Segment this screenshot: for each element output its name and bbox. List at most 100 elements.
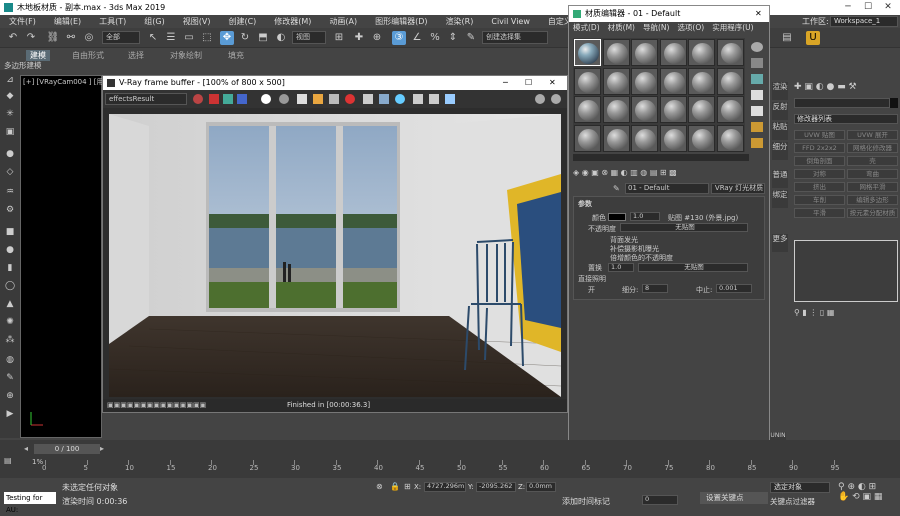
background-icon[interactable]	[751, 74, 763, 84]
torus-icon[interactable]: ◯	[3, 280, 17, 292]
me-menu-item[interactable]: 导航(N)	[639, 22, 673, 34]
material-slot[interactable]	[602, 124, 630, 152]
menu-item[interactable]: 图形编辑器(D)	[366, 16, 436, 27]
select-by-name-icon[interactable]: ☰	[164, 31, 178, 45]
material-name-field[interactable]: 01 - Default	[625, 183, 709, 194]
color-correction-icon[interactable]	[395, 94, 405, 104]
material-slot[interactable]	[574, 96, 601, 123]
rollout-title[interactable]: 参数	[578, 199, 592, 209]
modifier-button[interactable]: 对称	[794, 169, 845, 179]
me-close-button[interactable]: ✕	[755, 6, 762, 22]
cone-icon[interactable]: ▲	[3, 298, 17, 310]
lens-effects-icon[interactable]	[413, 94, 423, 104]
paint-icon[interactable]: ✎	[3, 372, 17, 384]
vfb-maximize-button[interactable]: ☐	[525, 76, 532, 90]
material-slot[interactable]	[688, 96, 715, 123]
snap-icon[interactable]: ⊿	[3, 74, 17, 86]
region-render-icon[interactable]	[363, 94, 373, 104]
me-menu-item[interactable]: 选项(O)	[673, 22, 708, 34]
backlight-icon[interactable]	[751, 58, 763, 68]
helper-icon[interactable]: ◇	[3, 166, 17, 178]
bind-icon[interactable]: ◎	[82, 31, 96, 45]
subdivs-field[interactable]: 8	[642, 284, 668, 293]
sample-type-icon[interactable]	[751, 42, 763, 52]
workspace-dropdown[interactable]: Workspace_1	[830, 16, 898, 27]
modifier-list-dropdown[interactable]: 修改器列表	[794, 114, 898, 124]
close-button[interactable]: ✕	[878, 0, 898, 15]
modifier-button[interactable]: 网格平滑	[847, 182, 898, 192]
side-tab[interactable]: 细分	[772, 142, 788, 160]
material-slot[interactable]	[716, 67, 744, 95]
opacity-map-button[interactable]: 无贴图	[620, 223, 748, 232]
history-icon[interactable]	[429, 94, 439, 104]
set-key-button[interactable]: 设置关键点	[700, 492, 768, 504]
material-slot[interactable]	[659, 96, 687, 123]
vfb-close-button[interactable]: ✕	[549, 76, 556, 90]
mono-icon[interactable]	[279, 94, 289, 104]
object-name-field[interactable]	[794, 98, 890, 108]
modifier-button[interactable]: 挤出	[794, 182, 845, 192]
channel-dropdown[interactable]: effectsResult	[105, 93, 187, 105]
selection-filter-dropdown[interactable]: 全部	[102, 31, 140, 44]
blue-channel-icon[interactable]	[237, 94, 247, 104]
teapot-icon[interactable]	[535, 94, 545, 104]
modifier-stack[interactable]	[794, 240, 898, 302]
systems-icon[interactable]: ⚙	[3, 204, 17, 216]
material-slot[interactable]	[574, 39, 601, 66]
material-slot[interactable]	[716, 124, 744, 152]
menu-item[interactable]: 编辑(E)	[45, 16, 90, 27]
material-icon[interactable]: ◍	[3, 354, 17, 366]
minimize-button[interactable]: ─	[838, 0, 858, 15]
timeline-ruler[interactable]: 0 5 10 15 20 25 30 35 40 45 50 55 60 65 70 75 80 85 90 95	[0, 440, 900, 478]
side-tab[interactable]: 更多	[772, 234, 788, 252]
bulb-icon[interactable]: ●	[3, 148, 17, 160]
maxscript-listener[interactable]: Testing for AU:	[4, 492, 56, 514]
add-time-tag[interactable]: 添加时间标记	[562, 496, 610, 507]
side-tab[interactable]: 粘贴	[772, 122, 788, 140]
material-slot[interactable]	[602, 67, 630, 95]
x-coordinate-field[interactable]: 4727.296m	[424, 482, 466, 492]
ribbon-tab[interactable]: 自由形式	[72, 50, 104, 61]
percent-snap-icon[interactable]: %	[428, 31, 442, 45]
green-channel-icon[interactable]	[223, 94, 233, 104]
menu-item[interactable]: 修改器(M)	[265, 16, 320, 27]
direct-on-checkbox[interactable]: 开	[588, 285, 595, 295]
clear-image-icon[interactable]	[329, 94, 339, 104]
sphere-icon[interactable]: ●	[3, 244, 17, 256]
pivot-icon[interactable]: ⊞	[332, 31, 346, 45]
uv-tiling-icon[interactable]	[751, 90, 763, 100]
modifier-button[interactable]: 车削	[794, 195, 845, 205]
absolute-mode-icon[interactable]: ⊞	[404, 482, 411, 491]
me-menu-item[interactable]: 模式(D)	[569, 22, 604, 34]
stop-render-icon[interactable]	[345, 94, 355, 104]
modifier-button[interactable]: 网格化修改器	[847, 143, 898, 153]
me-menu-item[interactable]: 材质(M)	[604, 22, 639, 34]
eyedropper-icon[interactable]: ✎	[613, 184, 620, 193]
menu-item[interactable]: 渲染(R)	[437, 16, 483, 27]
material-slot[interactable]	[631, 96, 658, 123]
shield-icon[interactable]: U	[806, 31, 820, 45]
link-icon[interactable]: ⛓	[46, 31, 60, 45]
color-map-button[interactable]: 贴图 #130 (外景.jpg)	[668, 213, 738, 223]
material-slot[interactable]	[631, 39, 658, 66]
make-preview-icon[interactable]	[751, 122, 763, 132]
viewport[interactable]	[20, 75, 102, 438]
modifier-button[interactable]: 倒角剖面	[794, 156, 845, 166]
material-slot[interactable]	[659, 124, 687, 152]
menu-item[interactable]: 工具(T)	[90, 16, 135, 27]
render-icon[interactable]: ▶	[3, 408, 17, 420]
window-crossing-icon[interactable]: ⬚	[200, 31, 214, 45]
lock-selection-icon[interactable]: 🔒	[390, 482, 400, 491]
particle-icon[interactable]: ⁂	[3, 334, 17, 346]
key-filter-button[interactable]: 关键点过滤器	[770, 496, 815, 507]
unlink-icon[interactable]: ⚯	[64, 31, 78, 45]
snap-toggle-icon[interactable]: ③	[392, 31, 406, 45]
scale-icon[interactable]: ⬒	[256, 31, 270, 45]
ribbon-tab[interactable]: 对象绘制	[170, 50, 202, 61]
modifier-button[interactable]: 壳	[847, 156, 898, 166]
stack-toolbar[interactable]: ⚲ ▮ ⋮ ▯ ▦	[794, 308, 898, 320]
light-icon[interactable]: ✳	[3, 108, 17, 120]
material-slot[interactable]	[716, 39, 744, 66]
spinner-snap-icon[interactable]: ⇕	[446, 31, 460, 45]
ribbon-tab[interactable]: 选择	[128, 50, 144, 61]
